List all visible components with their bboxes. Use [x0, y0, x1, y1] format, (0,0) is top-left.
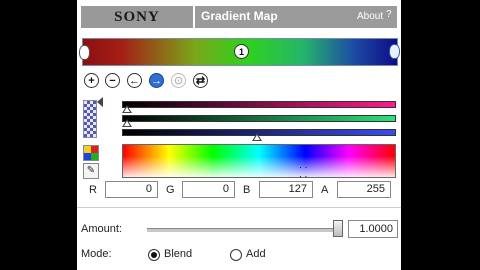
- alpha-marker-icon: [97, 97, 103, 107]
- next-stop-button[interactable]: →: [149, 73, 164, 88]
- color-mode-icon[interactable]: [83, 145, 99, 161]
- amount-slider[interactable]: [147, 228, 339, 232]
- r-label: R: [89, 184, 97, 196]
- blue-slider-thumb[interactable]: [252, 133, 263, 141]
- gradient-map-panel: SONY Gradient Map About ? 1 + − ← → ⊙ ⇄ …: [77, 0, 401, 270]
- green-slider[interactable]: [122, 115, 396, 122]
- g-label: G: [166, 184, 175, 196]
- about-link[interactable]: About: [357, 11, 383, 22]
- red-slider[interactable]: [122, 101, 396, 108]
- red-slider-thumb[interactable]: [122, 105, 132, 113]
- blend-radio-label[interactable]: Blend: [164, 248, 192, 260]
- gradient-stop-left[interactable]: [79, 45, 90, 60]
- amount-slider-thumb[interactable]: [333, 220, 343, 237]
- amount-input[interactable]: 1.0000: [348, 220, 398, 238]
- g-input[interactable]: 0: [182, 181, 235, 198]
- picker-crosshair-icon: · · · ·: [299, 162, 308, 181]
- b-input[interactable]: 127: [259, 181, 313, 198]
- header: SONY Gradient Map About ?: [77, 0, 401, 35]
- add-radio-label[interactable]: Add: [246, 248, 266, 260]
- b-label: B: [243, 184, 251, 196]
- plugin-title: Gradient Map: [201, 9, 278, 23]
- remove-stop-button[interactable]: −: [105, 73, 120, 88]
- previous-stop-button[interactable]: ←: [127, 73, 142, 88]
- alpha-swatch[interactable]: [83, 100, 97, 138]
- a-label: A: [321, 184, 329, 196]
- green-slider-thumb[interactable]: [122, 119, 132, 127]
- eyedropper-icon[interactable]: ✎: [83, 163, 99, 179]
- gradient-stop-selected[interactable]: 1: [234, 44, 249, 59]
- title-bar: Gradient Map About ?: [195, 6, 397, 28]
- help-button[interactable]: ?: [386, 9, 392, 20]
- swap-button[interactable]: ⇄: [193, 73, 208, 88]
- gradient-bar[interactable]: 1: [79, 38, 400, 66]
- gradient-stop-right[interactable]: [389, 44, 400, 59]
- link-button[interactable]: ⊙: [171, 73, 186, 88]
- blend-radio[interactable]: [148, 249, 160, 261]
- r-input[interactable]: 0: [105, 181, 158, 198]
- brand-logo: SONY: [81, 6, 193, 28]
- add-radio[interactable]: [230, 249, 242, 261]
- mode-label: Mode:: [81, 248, 112, 260]
- amount-label: Amount:: [81, 223, 122, 235]
- color-picker-field[interactable]: · · · ·: [122, 144, 396, 181]
- divider: [77, 207, 401, 208]
- add-stop-button[interactable]: +: [84, 73, 99, 88]
- a-input[interactable]: 255: [337, 181, 391, 198]
